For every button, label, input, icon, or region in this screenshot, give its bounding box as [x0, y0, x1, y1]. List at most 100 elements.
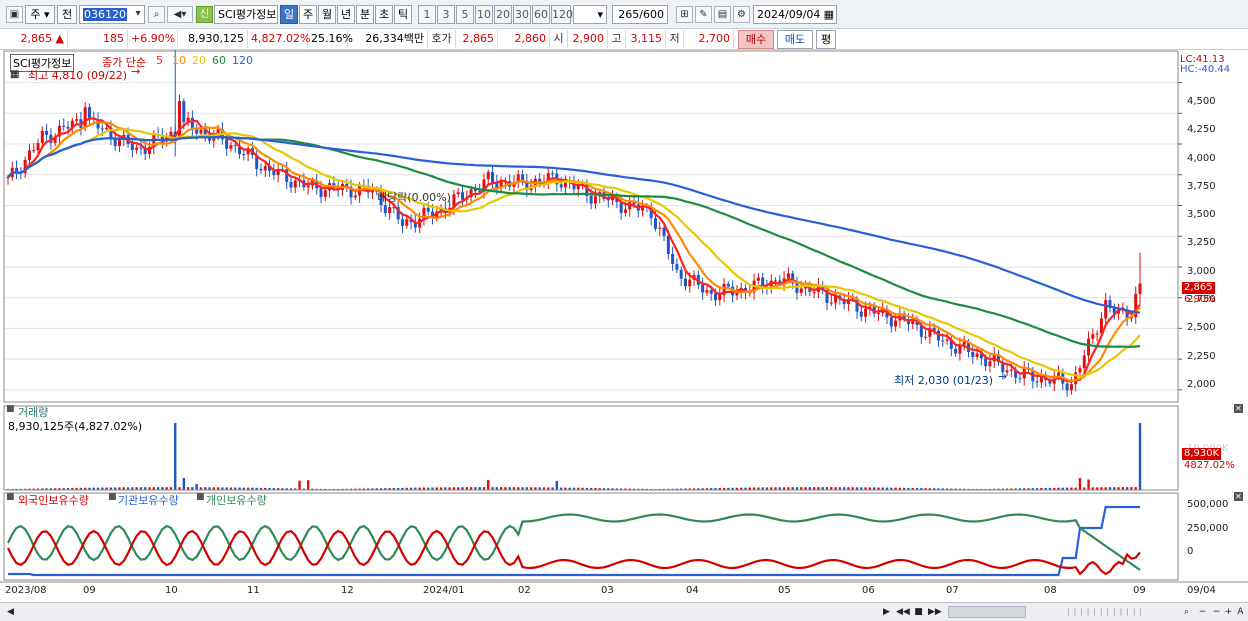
interval-60[interactable]: 60 [532, 5, 550, 24]
gear-icon[interactable]: ⚙ [733, 6, 750, 23]
zoom-out-icon[interactable]: ⌕ [1180, 606, 1193, 619]
candle-body [1082, 355, 1086, 369]
save-icon[interactable]: ▤ [714, 6, 731, 23]
rewind-icon[interactable]: ◀◀ [896, 606, 910, 619]
average-button[interactable]: 평 [816, 30, 836, 49]
ma-legend-60: 60 [212, 54, 226, 67]
tool-icon[interactable]: ✎ [695, 6, 712, 23]
candle-body [864, 308, 868, 317]
prev-button[interactable]: 전 [57, 5, 77, 24]
candle-body [100, 128, 104, 130]
ma-legend-120: 120 [232, 54, 253, 67]
candle-body [1095, 333, 1099, 335]
interval-120[interactable]: 120 [551, 5, 573, 24]
count-field[interactable]: 265/600 [612, 5, 668, 24]
date-field[interactable]: 2024/09/04 ▦ [753, 5, 837, 24]
volume-value: 8,930,125 [178, 30, 248, 48]
candle-body [859, 311, 863, 317]
y-tick: 3,750 [1187, 181, 1216, 192]
chart-canvas[interactable] [0, 50, 1248, 603]
volume-collapse-icon[interactable]: ■ [6, 404, 15, 414]
candle-body [795, 283, 799, 293]
period-tick[interactable]: 틱 [394, 5, 412, 24]
interval-custom-select[interactable]: ▾ [573, 5, 607, 24]
candle-body [40, 130, 44, 144]
candle-body [941, 340, 945, 342]
holding-y-tick: 250,000 [1187, 523, 1229, 534]
sell-button[interactable]: 매도 [777, 30, 813, 49]
candle-body [461, 192, 465, 200]
candle-body [32, 150, 36, 152]
period-year[interactable]: 년 [337, 5, 355, 24]
text-size-icon[interactable]: A [1234, 606, 1247, 619]
candle-body [1087, 338, 1091, 356]
change-percent: +6.90% [128, 30, 178, 48]
holding-collapse-icon[interactable]: ■ [6, 492, 15, 502]
stop-icon[interactable]: ■ [912, 606, 925, 619]
candle-body [135, 147, 139, 151]
close-icon[interactable]: ✕ [1234, 404, 1243, 413]
chart-scrollbar[interactable]: ◀ ▶ ◀◀ ■ ▶▶ | | | | | | | | | | | | ⌕ − … [0, 602, 1248, 621]
quote-bar: 2,865 ▲ 185 +6.90% 8,930,125 4,827.02% 2… [0, 29, 1248, 50]
chart-toolbar: ▣ 주 ▾ 전 036120 ▾ ⌕ ◀▾ 신 SCI평가정보 일 주 월 년 … [0, 0, 1248, 29]
candle-body [1035, 381, 1039, 383]
buy-button[interactable]: 매수 [738, 30, 774, 49]
candle-body [195, 129, 199, 134]
calendar-icon[interactable]: ▦ [824, 6, 834, 23]
candle-body [799, 288, 803, 293]
speaker-icon[interactable]: ◀▾ [167, 6, 193, 23]
last-price-tag: 2,865 [1182, 282, 1215, 294]
close-icon[interactable]: ✕ [1234, 492, 1243, 501]
candle-body [242, 154, 246, 156]
interval-5[interactable]: 5 [456, 5, 474, 24]
chart-area[interactable]: SCI평가정보 종가 단순 5 10 20 60 120 ▦ 최고 4,810 … [0, 50, 1248, 603]
candle-body [658, 227, 662, 229]
period-month[interactable]: 월 [318, 5, 336, 24]
current-price: 2,865 ▲ [4, 30, 68, 48]
x-tick: 10 [165, 585, 178, 596]
candle-body [924, 336, 928, 338]
price-value: 2,865 [20, 32, 53, 45]
code-dropdown-icon[interactable]: ▾ [131, 6, 145, 23]
indicator-icon[interactable]: ⊞ [676, 6, 693, 23]
scroll-right-icon[interactable]: ▶ [880, 606, 893, 619]
change-value: 185 [68, 30, 128, 48]
legend-square-icon: ■ [196, 492, 205, 502]
interval-20[interactable]: 20 [494, 5, 512, 24]
candle-body [1069, 384, 1073, 391]
interval-3[interactable]: 3 [437, 5, 455, 24]
low-label: 저 [666, 30, 684, 48]
candle-body [1065, 383, 1069, 391]
search-icon[interactable]: ⌕ [148, 6, 165, 23]
period-week[interactable]: 주 [299, 5, 317, 24]
minus-icon[interactable]: − [1196, 606, 1209, 619]
open-label: 시 [550, 30, 568, 48]
market-select[interactable]: 주 ▾ [25, 5, 55, 24]
candle-body [285, 169, 289, 183]
period-second[interactable]: 초 [375, 5, 393, 24]
candle-body [1078, 368, 1082, 373]
scroll-left-icon[interactable]: ◀ [4, 606, 17, 619]
period-day[interactable]: 일 [280, 5, 298, 24]
x-tick: 09 [1133, 585, 1146, 596]
holding-y-tick: 500,000 [1187, 499, 1229, 510]
candle-body [405, 219, 409, 226]
forward-icon[interactable]: ▶▶ [928, 606, 942, 619]
last-percent-tag: 6.90% [1184, 294, 1216, 305]
scroll-thumb[interactable] [948, 606, 1026, 618]
volume-value-label: 8,930,125주(4,827.02%) [8, 420, 143, 433]
period-minute[interactable]: 분 [356, 5, 374, 24]
interval-30[interactable]: 30 [513, 5, 531, 24]
candle-body [182, 101, 186, 123]
legend-individual: 개인보유수량 [206, 494, 267, 507]
interval-1[interactable]: 1 [418, 5, 436, 24]
volume-bar [1078, 477, 1082, 490]
bid-label: 호가 [428, 30, 456, 48]
volume-bar [298, 480, 301, 490]
calculator-icon[interactable]: ▦ [10, 69, 19, 80]
window-menu-icon[interactable]: ▣ [6, 6, 23, 23]
candle-body [962, 341, 966, 345]
interval-10[interactable]: 10 [475, 5, 493, 24]
volume-bar [555, 480, 559, 490]
candle-body [718, 294, 722, 301]
